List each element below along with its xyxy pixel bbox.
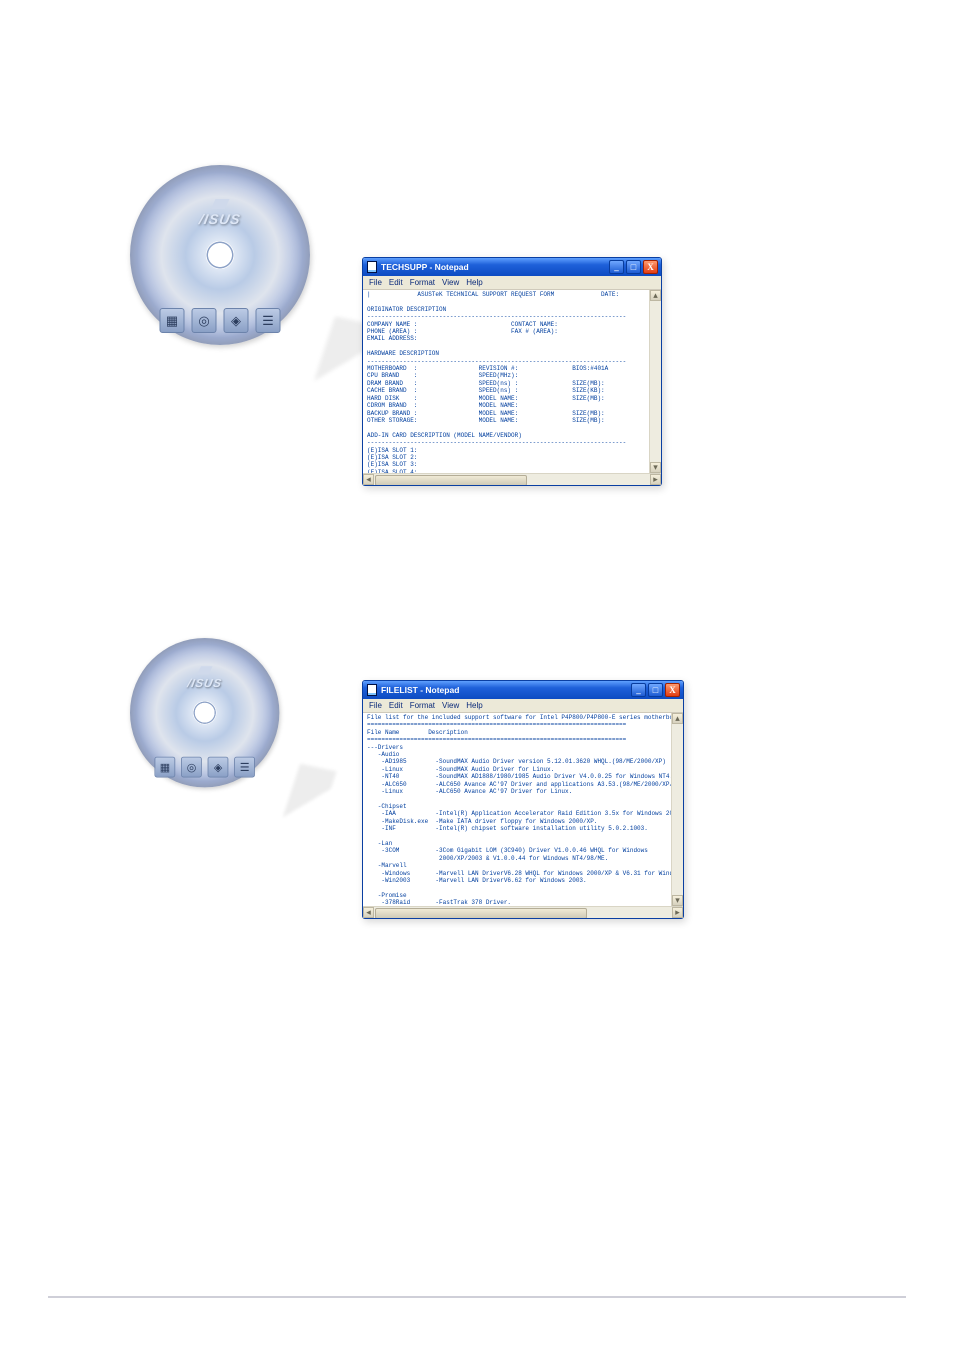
scroll-down-icon[interactable]: ▾ [650, 462, 661, 473]
menu-edit[interactable]: Edit [387, 701, 405, 710]
techsupp-notepad-window: TECHSUPP - Notepad _ □ X File Edit Forma… [362, 257, 662, 486]
scroll-up-icon[interactable]: ▴ [650, 290, 661, 301]
menu-format[interactable]: Format [408, 701, 437, 710]
maximize-button[interactable]: □ [626, 260, 641, 274]
asus-brand-text: /ISUS [198, 211, 242, 227]
minimize-button[interactable]: _ [609, 260, 624, 274]
window-title: FILELIST - Notepad [381, 685, 459, 695]
asus-brand-text: /ISUS [186, 676, 223, 689]
menu-format[interactable]: Format [408, 278, 437, 287]
cd-icon-3: ◈ [224, 308, 249, 333]
menu-bar: File Edit Format View Help [363, 276, 661, 290]
cd-icon-bar: ▦ ◎ ◈ ☰ [160, 308, 281, 333]
h-scrollbar[interactable]: ◂ ▸ [363, 473, 661, 485]
cd-icon-2: ◎ [192, 308, 217, 333]
close-button[interactable]: X [665, 683, 680, 697]
h-scrollbar[interactable]: ◂ ▸ [363, 906, 683, 918]
scroll-right-icon[interactable]: ▸ [650, 474, 661, 485]
v-scrollbar[interactable]: ▴ ▾ [649, 290, 661, 473]
cd-icon-3: ◈ [208, 757, 229, 778]
minimize-button[interactable]: _ [631, 683, 646, 697]
scroll-down-icon[interactable]: ▾ [672, 895, 683, 906]
filelist-text: File list for the included support softw… [367, 714, 677, 918]
menu-file[interactable]: File [367, 278, 384, 287]
notepad-icon [367, 684, 377, 696]
bottom-rule [48, 1296, 906, 1298]
v-scrollbar[interactable]: ▴ ▾ [671, 713, 683, 906]
menu-view[interactable]: View [440, 278, 461, 287]
menu-help[interactable]: Help [464, 701, 484, 710]
menu-edit[interactable]: Edit [387, 278, 405, 287]
filelist-section: /ISUS ▦ ◎ ◈ ☰ FILELIST - Notepad _ □ X F [130, 638, 310, 823]
menu-view[interactable]: View [440, 701, 461, 710]
scroll-left-icon[interactable]: ◂ [363, 474, 374, 485]
asus-wing-icon [197, 666, 212, 674]
scroll-right-icon[interactable]: ▸ [672, 907, 683, 918]
techsupp-text: | ASUSTeK TECHNICAL SUPPORT REQUEST FORM… [367, 291, 655, 476]
cd-shadow [277, 764, 337, 843]
support-cd-graphic: /ISUS ▦ ◎ ◈ ☰ [130, 165, 310, 345]
titlebar[interactable]: FILELIST - Notepad _ □ X [363, 681, 683, 699]
cd-icon-1: ▦ [154, 757, 175, 778]
h-scroll-thumb[interactable] [375, 475, 527, 485]
notepad-icon [367, 261, 377, 273]
window-title: TECHSUPP - Notepad [381, 262, 469, 272]
cd-icon-2: ◎ [181, 757, 202, 778]
cd-icon-4: ☰ [256, 308, 281, 333]
cd-disc: /ISUS ▦ ◎ ◈ ☰ [130, 165, 310, 345]
text-area[interactable]: | ASUSTeK TECHNICAL SUPPORT REQUEST FORM… [363, 290, 661, 485]
asus-wing-icon [211, 199, 230, 209]
text-area[interactable]: File list for the included support softw… [363, 713, 683, 918]
scroll-left-icon[interactable]: ◂ [363, 907, 374, 918]
menu-file[interactable]: File [367, 701, 384, 710]
menu-help[interactable]: Help [464, 278, 484, 287]
titlebar[interactable]: TECHSUPP - Notepad _ □ X [363, 258, 661, 276]
cd-icon-bar: ▦ ◎ ◈ ☰ [154, 757, 254, 778]
support-cd-graphic-2: /ISUS ▦ ◎ ◈ ☰ [130, 638, 279, 787]
cd-disc: /ISUS ▦ ◎ ◈ ☰ [130, 638, 279, 787]
menu-bar: File Edit Format View Help [363, 699, 683, 713]
maximize-button[interactable]: □ [648, 683, 663, 697]
asus-logo: /ISUS [187, 666, 222, 689]
close-button[interactable]: X [643, 260, 658, 274]
asus-logo: /ISUS [199, 199, 241, 227]
scroll-up-icon[interactable]: ▴ [672, 713, 683, 724]
cd-icon-4: ☰ [234, 757, 255, 778]
h-scroll-thumb[interactable] [375, 908, 587, 918]
filelist-notepad-window: FILELIST - Notepad _ □ X File Edit Forma… [362, 680, 684, 919]
techsupp-section: /ISUS ▦ ◎ ◈ ☰ TECHSUPP - Notepad _ □ X F [130, 165, 310, 350]
cd-icon-1: ▦ [160, 308, 185, 333]
